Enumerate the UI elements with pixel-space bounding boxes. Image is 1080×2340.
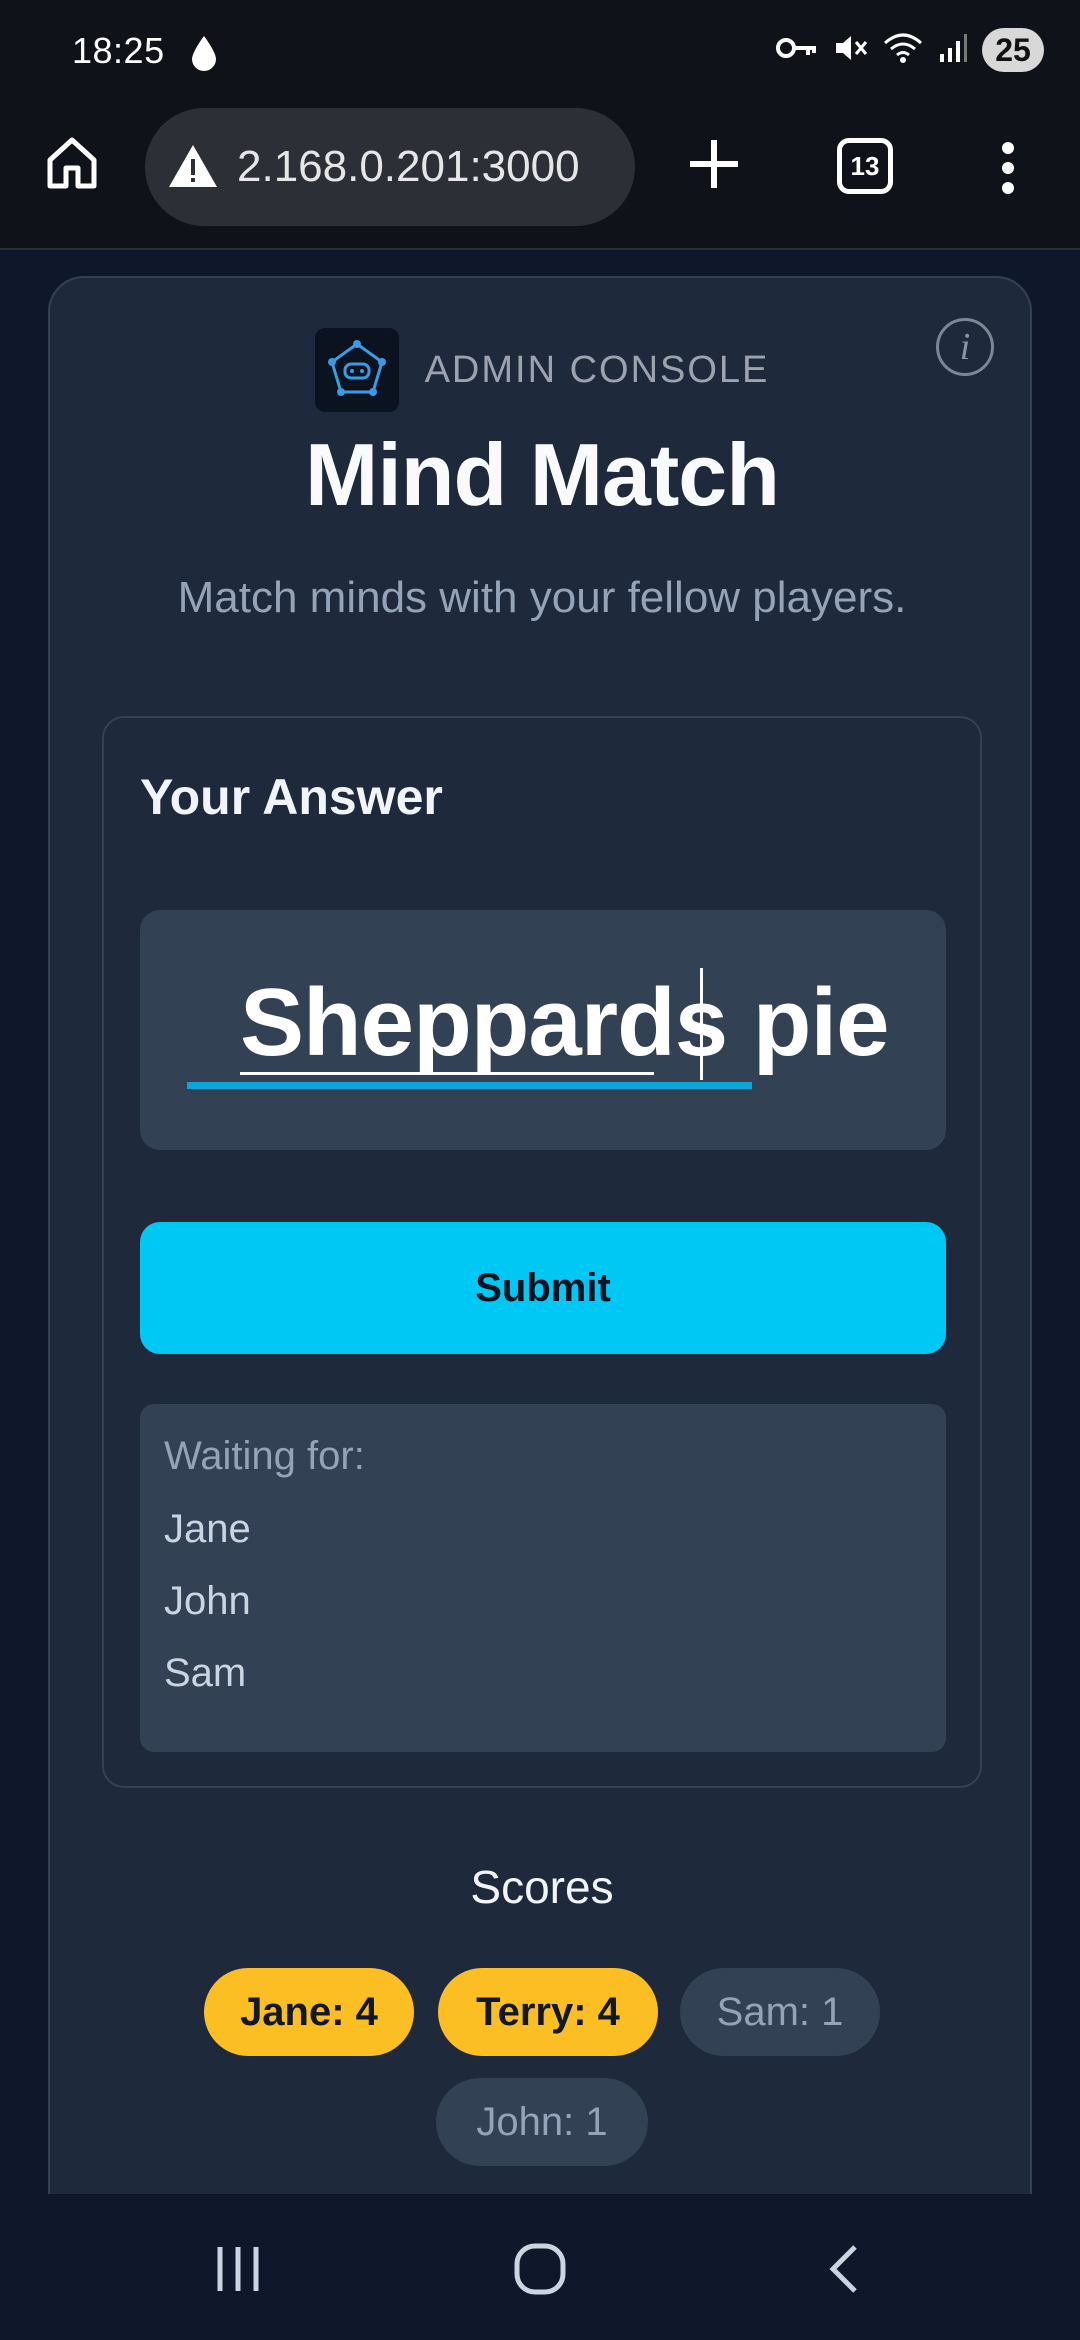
home-nav-button[interactable] — [505, 2234, 575, 2304]
waiting-player: Sam — [164, 1651, 247, 1695]
plus-icon — [690, 140, 738, 188]
main-card: i ADMIN CONSOLE Mind Match Match minds w… — [48, 276, 1032, 2194]
logo-network-icon — [327, 340, 386, 396]
waiting-player: John — [164, 1579, 251, 1623]
signal-icon — [938, 32, 968, 69]
recents-icon — [217, 2247, 259, 2291]
waiting-label: Waiting for: — [164, 1434, 365, 1478]
browser-menu-button[interactable] — [995, 136, 1021, 200]
page-subtitle: Match minds with your fellow players. — [177, 573, 907, 622]
admin-console-label: ADMIN CONSOLE — [424, 348, 770, 391]
spellcheck-underline — [187, 1082, 752, 1089]
system-nav-bar — [0, 2194, 1080, 2340]
recents-button[interactable] — [203, 2234, 273, 2304]
battery-indicator: 25 — [982, 28, 1044, 72]
mute-icon — [832, 31, 868, 70]
status-time: 18:25 — [72, 30, 165, 71]
page-content: i ADMIN CONSOLE Mind Match Match minds w… — [0, 252, 1080, 2194]
score-chip: Jane: 4 — [204, 1968, 414, 2056]
answer-heading: Your Answer — [140, 769, 443, 825]
back-button[interactable] — [808, 2234, 878, 2304]
home-button[interactable] — [40, 130, 104, 194]
brand-row: ADMIN CONSOLE — [50, 328, 1034, 412]
page-title: Mind Match — [305, 425, 780, 524]
browser-toolbar: 2.168.0.201:3000 13 — [0, 100, 1080, 250]
app-logo — [314, 328, 399, 412]
tab-switcher-button[interactable]: 13 — [837, 138, 893, 194]
status-bar: 18:25 25 — [0, 0, 1080, 100]
text-caret — [700, 968, 703, 1080]
waiting-list: Waiting for: Jane John Sam — [140, 1404, 946, 1752]
answer-panel: Your Answer Sheppards pie Submit Waiting… — [102, 716, 982, 1788]
address-bar[interactable]: 2.168.0.201:3000 — [145, 108, 635, 226]
answer-input-value: Sheppards pie — [240, 969, 889, 1076]
submit-button[interactable]: Submit — [140, 1222, 946, 1354]
score-chip: Sam: 1 — [680, 1968, 880, 2056]
warning-icon — [169, 145, 217, 187]
waiting-player: Jane — [164, 1507, 251, 1551]
home-icon — [47, 137, 97, 189]
answer-input[interactable]: Sheppards pie — [140, 910, 946, 1150]
more-vert-icon — [1002, 142, 1014, 194]
score-chip: John: 1 — [436, 2078, 648, 2166]
data-saver-icon — [190, 34, 218, 77]
wifi-icon — [882, 31, 924, 70]
new-tab-button[interactable] — [684, 134, 744, 194]
home-nav-icon — [514, 2243, 566, 2295]
scores-title: Scores — [470, 1861, 614, 1913]
url-text: 2.168.0.201:3000 — [237, 142, 580, 191]
back-icon — [829, 2245, 857, 2293]
key-icon — [776, 33, 818, 68]
score-chip: Terry: 4 — [438, 1968, 658, 2056]
